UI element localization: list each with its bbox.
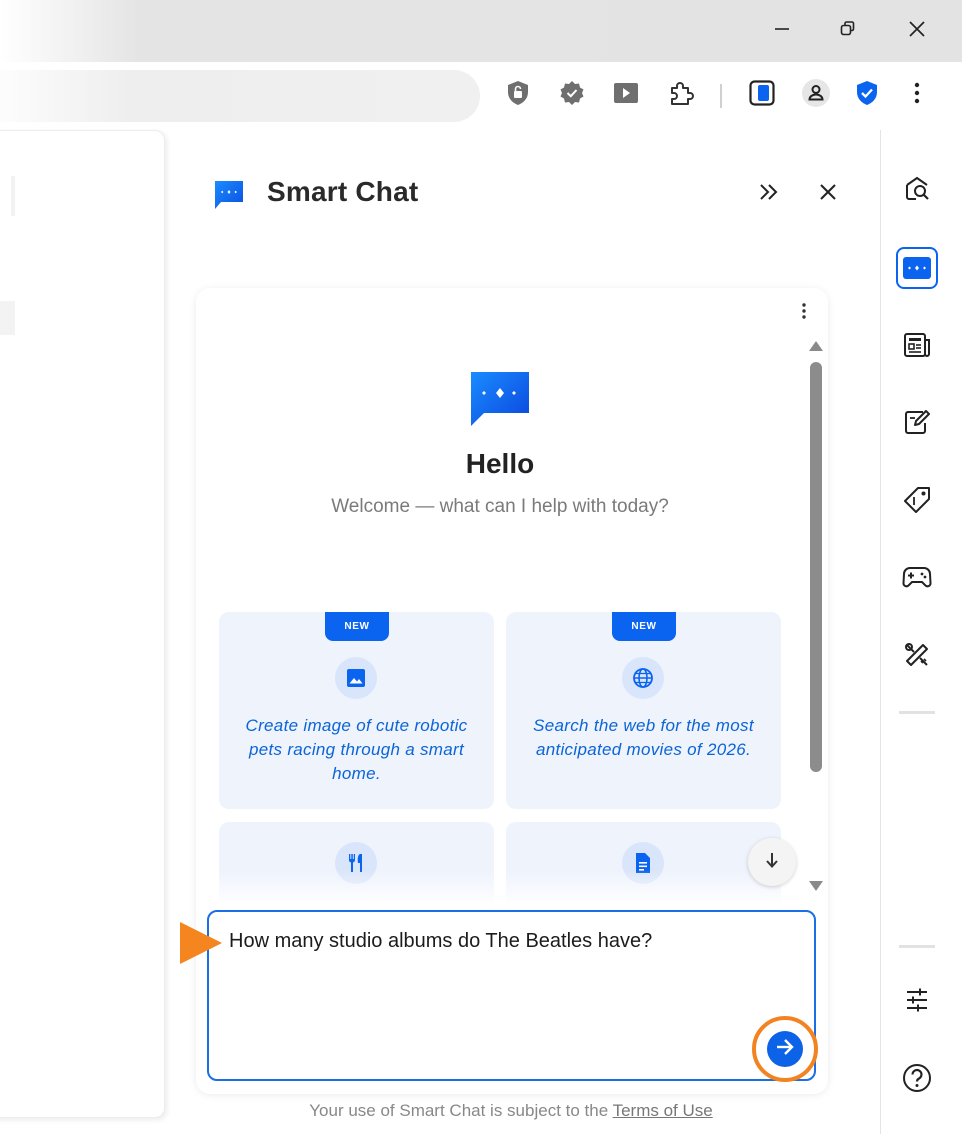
arrow-down-icon	[764, 851, 780, 874]
suggestion-card-web-search[interactable]: NEW Search the web for the most anticipa…	[506, 612, 781, 809]
rail-search-button[interactable]	[896, 170, 938, 212]
greeting-heading: Hello	[465, 448, 535, 479]
security-shield-icon	[855, 80, 879, 111]
security-shield-button[interactable]	[849, 77, 885, 113]
page-card-block	[0, 301, 15, 335]
sliders-icon	[904, 987, 930, 1018]
smart-chat-icon	[896, 247, 938, 289]
new-badge: NEW	[325, 612, 389, 641]
chat-options-button[interactable]	[794, 301, 814, 325]
suggestion-text: Create image of cute robotic pets racing…	[245, 716, 468, 783]
rail-notes-button[interactable]	[896, 403, 938, 445]
globe-icon	[622, 657, 664, 699]
image-icon	[335, 657, 377, 699]
toolbar-separator	[720, 84, 722, 108]
pointer-arrow-annotation	[180, 922, 222, 964]
terms-footer: Your use of Smart Chat is subject to the…	[200, 1101, 822, 1121]
rail-news-button[interactable]	[896, 326, 938, 368]
profile-button[interactable]	[798, 77, 834, 113]
double-chevron-right-icon	[758, 183, 780, 206]
smart-chat-hero-icon	[470, 371, 530, 427]
terms-link[interactable]: Terms of Use	[613, 1101, 713, 1120]
extensions-button[interactable]	[663, 77, 699, 113]
scroll-up-arrow[interactable]	[809, 341, 823, 351]
notes-edit-icon	[903, 408, 931, 441]
collapse-panel-button[interactable]	[752, 178, 786, 210]
puzzle-extension-icon	[668, 80, 694, 111]
verified-badge-button[interactable]	[554, 77, 590, 113]
minimize-button[interactable]	[762, 12, 802, 50]
chat-input-text[interactable]: How many studio albums do The Beatles ha…	[229, 930, 652, 953]
arrow-right-icon	[775, 1038, 795, 1061]
browser-window: Smart Chat Hello Welcome — what can I he…	[0, 0, 962, 1134]
video-button[interactable]	[608, 77, 644, 113]
page-card	[0, 130, 165, 1118]
greeting-subtitle: Welcome — what can I help with today?	[331, 496, 669, 517]
new-badge: NEW	[612, 612, 676, 641]
rail-tools-button[interactable]	[896, 636, 938, 678]
more-vertical-icon	[802, 302, 806, 324]
news-icon	[903, 331, 931, 364]
video-play-icon	[613, 82, 639, 109]
rail-games-button[interactable]	[896, 558, 938, 600]
profile-icon	[801, 78, 831, 113]
rail-help-button[interactable]	[896, 1059, 938, 1101]
chat-input[interactable]: How many studio albums do The Beatles ha…	[207, 910, 816, 1081]
panel-title: Smart Chat	[267, 176, 419, 207]
scrollbar-thumb[interactable]	[810, 362, 822, 772]
rail-deals-button[interactable]	[896, 481, 938, 523]
restore-button[interactable]	[828, 12, 868, 50]
close-panel-button[interactable]	[811, 178, 845, 210]
smart-chat-logo-icon	[212, 178, 246, 212]
suggestion-text: Search the web for the most anticipated …	[533, 716, 754, 759]
help-icon	[902, 1063, 932, 1098]
scroll-down-arrow[interactable]	[809, 881, 823, 891]
verified-badge-icon	[559, 80, 585, 111]
content-fade	[200, 870, 800, 910]
scroll-to-bottom-button[interactable]	[748, 838, 796, 886]
sidebar-toggle-icon	[749, 79, 775, 111]
browser-menu-button[interactable]	[899, 77, 935, 113]
close-icon	[819, 183, 837, 206]
tools-icon	[903, 641, 931, 674]
suggestion-card-image[interactable]: NEW Create image of cute robotic pets ra…	[219, 612, 494, 809]
sidebar-toggle-button[interactable]	[744, 77, 780, 113]
rail-separator	[899, 711, 935, 714]
close-icon	[908, 20, 926, 43]
title-bar	[0, 0, 962, 62]
tag-price-icon	[902, 485, 932, 520]
address-bar[interactable]	[0, 70, 480, 122]
restore-icon	[839, 20, 857, 43]
rail-customize-button[interactable]	[896, 981, 938, 1023]
more-vertical-icon	[914, 82, 920, 109]
page-card-divider	[11, 176, 15, 216]
terms-prefix: Your use of Smart Chat is subject to the	[309, 1101, 613, 1120]
lock-shield-button[interactable]	[500, 77, 536, 113]
search-page-icon	[903, 175, 931, 208]
rail-smart-chat-button[interactable]	[896, 247, 938, 289]
gamepad-icon	[902, 566, 932, 593]
window-close-button[interactable]	[897, 12, 937, 50]
lock-shield-icon	[506, 80, 530, 111]
rail-separator	[899, 945, 935, 948]
minimize-icon	[774, 21, 790, 42]
send-button[interactable]	[767, 1031, 803, 1067]
